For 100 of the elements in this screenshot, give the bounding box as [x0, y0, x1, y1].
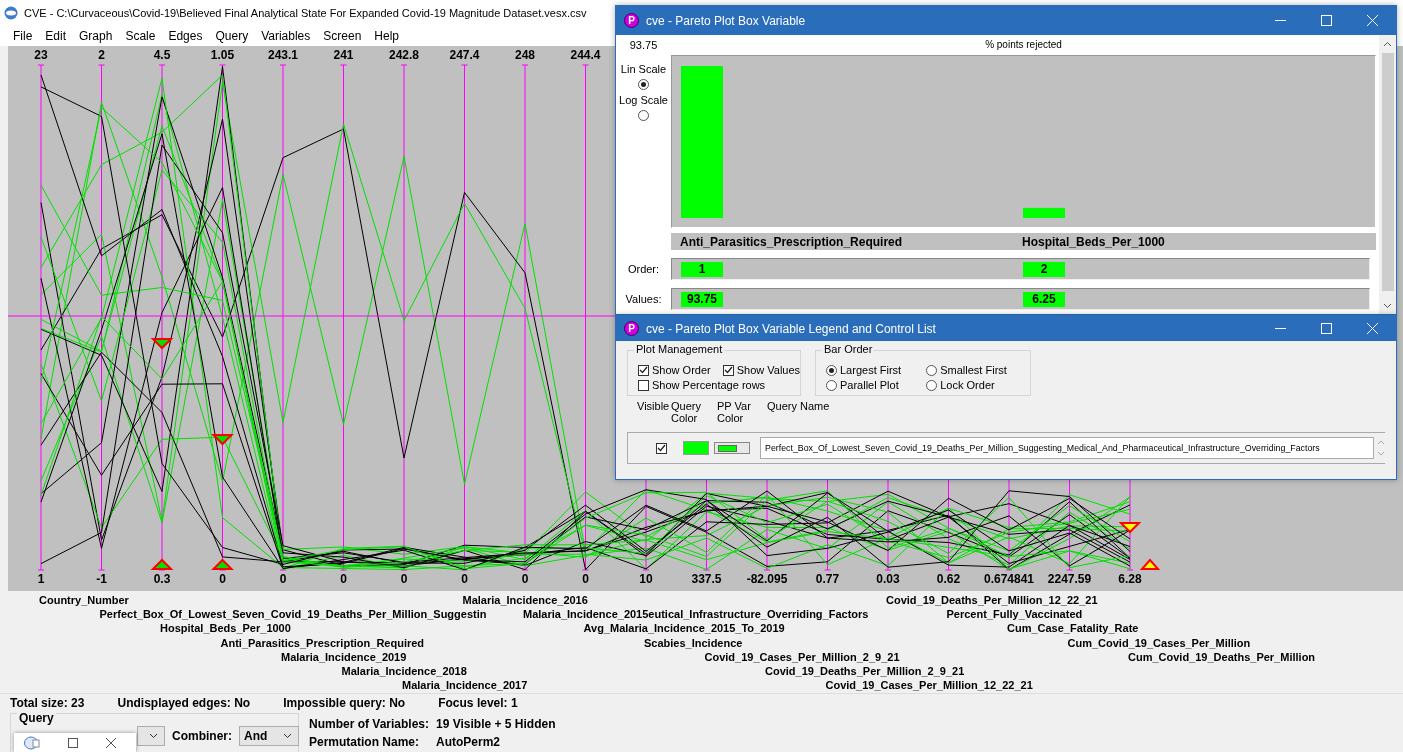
info-value: 19 Visible + 5 Hidden: [436, 717, 556, 731]
axis-min-value: 2247.59: [1047, 572, 1092, 586]
combiner-dropdown[interactable]: And: [239, 726, 299, 746]
row-label: Order:: [626, 263, 661, 275]
value-chip: 1: [681, 261, 723, 277]
radio-button[interactable]: [638, 79, 649, 90]
axis-label[interactable]: Scabies_Incidence: [644, 636, 743, 649]
marker-icon[interactable]: [1139, 558, 1161, 570]
axis-min-value: 0: [340, 572, 347, 586]
axis-max-value: 242.8: [389, 48, 419, 62]
menu-item[interactable]: Query: [215, 28, 249, 43]
axis-label[interactable]: Anti_Parasitics_Prescription_Required: [220, 636, 425, 649]
axis-label[interactable]: Percent_Fully_Vaccinated: [946, 608, 1083, 621]
axis-label[interactable]: Country_Number: [39, 594, 129, 606]
column-header: Visible: [637, 400, 671, 414]
bar: [1023, 207, 1065, 218]
checkbox-label: Show Order: [652, 364, 711, 376]
menu-item[interactable]: Variables: [261, 28, 311, 43]
axis-label[interactable]: Malaria_Incidence_2018: [341, 665, 467, 677]
axis-label[interactable]: Cum_Covid_19_Deaths_Per_Million: [1128, 650, 1316, 663]
scroll-down-icon[interactable]: [1383, 303, 1392, 309]
value-label: 93.75: [681, 291, 723, 307]
axis-max-value: 247.4: [449, 48, 480, 62]
marker-icon[interactable]: [150, 338, 174, 350]
query-name-field[interactable]: Perfect_Box_Of_Lowest_Seven_Covid_19_Deaths_Per_Million_Suggesting_Medical_And_Pharmaceutical_Infrastructure_Overriding_Factors: [760, 437, 1374, 459]
axis-label[interactable]: Cum_Case_Fatality_Rate: [1007, 622, 1139, 635]
axis-label[interactable]: Perfect_Box_Of_Lowest_Seven_Covid_19_Deaths_Per_Million_Suggestin: [99, 608, 487, 621]
caret-icon: [149, 733, 158, 739]
axis-min-value: 0: [521, 572, 529, 586]
status-text: Undisplayed edges: No: [117, 695, 251, 710]
axis-label[interactable]: Covid_19_Cases_Per_Million_12_22_21: [825, 679, 1033, 692]
radio-button[interactable]: [638, 110, 649, 121]
menu-item[interactable]: Edit: [45, 28, 67, 43]
color-swatch[interactable]: [683, 441, 709, 455]
marker-icon[interactable]: [150, 558, 174, 570]
axis-label: eutical_Infrastructure_Overriding_Factors: [648, 608, 869, 621]
axis-label[interactable]: Covid_19_Cases_Per_Million_2_9_21: [704, 650, 900, 663]
field-label: Combiner:: [172, 729, 232, 743]
axis-max-value: 244.4: [570, 48, 601, 62]
axis-max-value: 2: [98, 48, 105, 62]
option-label: Log Scale: [619, 94, 668, 106]
axis-label[interactable]: Malaria_Incidence_2019: [281, 650, 407, 663]
axis-label[interactable]: Malaria_Incidence_2017: [402, 679, 528, 692]
app-icon: [4, 5, 18, 20]
axis-min-value: 0.77: [815, 572, 840, 586]
axis-label[interactable]: Malaria_Incidence_2016: [462, 594, 588, 606]
maximize-icon[interactable]: [68, 737, 78, 748]
scale-max-value: 93.75: [629, 39, 658, 51]
radio-button[interactable]: [926, 364, 938, 376]
axis-label[interactable]: Covid_19_Deaths_Per_Million_2_9_21: [765, 665, 965, 677]
window-thumbnail[interactable]: [14, 733, 136, 752]
checkbox[interactable]: [722, 364, 734, 376]
column-header: Query Name: [767, 400, 831, 414]
checkbox[interactable]: [638, 364, 649, 376]
group-title: Plot Management: [634, 343, 725, 355]
axis-label[interactable]: Malaria_Incidence_2015: [523, 608, 649, 621]
scroll-thumb[interactable]: [1381, 53, 1394, 291]
marker-icon[interactable]: [211, 558, 234, 570]
column-header: Query Color: [671, 400, 702, 426]
checkbox[interactable]: [638, 379, 649, 391]
axis-max-value: 248: [515, 48, 535, 62]
menu-item[interactable]: Graph: [79, 28, 113, 43]
axis-min-value: -82.095: [746, 572, 788, 586]
value-chip: 2: [1023, 261, 1065, 277]
axis-label[interactable]: Hospital_Beds_Per_1000: [160, 622, 291, 635]
status-text: Impossible query: No: [283, 695, 406, 710]
radio-button[interactable]: [826, 364, 837, 376]
row-label: Values:: [624, 293, 663, 305]
radio-button[interactable]: [826, 379, 837, 391]
axis-max-value: 1.05: [210, 48, 235, 62]
axis-label[interactable]: Avg_Malaria_Incidence_2015_To_2019: [583, 622, 785, 635]
close-icon[interactable]: [106, 737, 116, 748]
radio-button[interactable]: [926, 379, 938, 391]
axis-label[interactable]: Covid_19_Deaths_Per_Million_12_22_21: [886, 594, 1098, 606]
category-label: Hospital_Beds_Per_1000: [1021, 234, 1166, 249]
scroll-up-icon[interactable]: [1383, 41, 1392, 47]
checkbox-label: Show Values: [736, 364, 801, 376]
menu-item[interactable]: Edges: [168, 28, 203, 43]
info-label: Permutation Name:: [309, 735, 421, 749]
marker-icon[interactable]: [1118, 522, 1142, 534]
axis-min-value: 0.674841: [983, 572, 1035, 586]
checkbox[interactable]: [656, 442, 667, 454]
axis-min-value: 0: [582, 572, 589, 586]
status-text: Focus level: 1: [438, 695, 518, 710]
axis-min-value: -1: [96, 572, 107, 586]
menu-item[interactable]: File: [13, 28, 33, 43]
axis-min-value: 0.62: [936, 572, 961, 586]
axis-min-value: 0.03: [876, 572, 900, 586]
axis-min-value: 0: [400, 572, 408, 586]
info-label: Number of Variables:: [309, 717, 431, 731]
axis-max-value: 243.1: [268, 48, 298, 62]
scrollbar[interactable]: [1379, 35, 1396, 314]
menu-item[interactable]: Help: [374, 28, 399, 43]
status-text: Total size: 23: [10, 695, 85, 710]
color-button[interactable]: [713, 442, 751, 454]
marker-icon[interactable]: [211, 434, 234, 446]
menu-item[interactable]: Scale: [125, 28, 156, 43]
axis-max-value: 4.5: [153, 48, 171, 62]
menu-item[interactable]: Screen: [323, 28, 362, 43]
axis-label[interactable]: Cum_Covid_19_Cases_Per_Million: [1067, 636, 1251, 649]
